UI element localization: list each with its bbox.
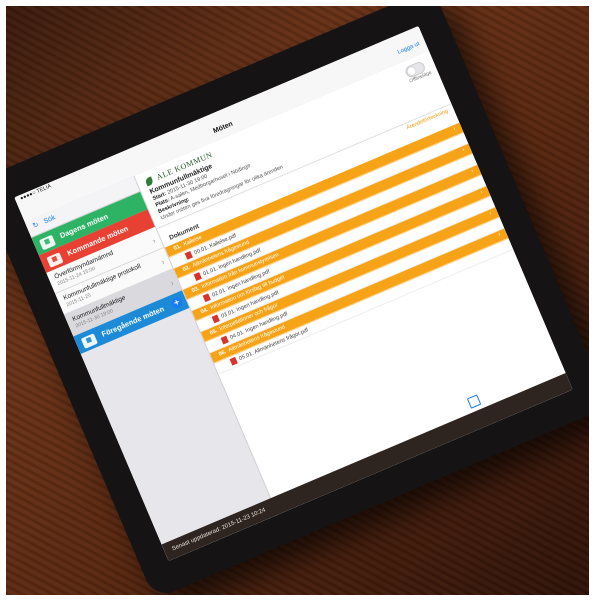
agenda-number: 02. <box>182 264 192 274</box>
agenda-number: 03. <box>191 285 201 295</box>
agenda-number: 05. <box>209 328 219 337</box>
chevron-right-icon: › <box>497 231 502 239</box>
calendar-icon: ▦ <box>46 251 64 268</box>
wooden-table-photo: ●●●●○ TELIA Möten Logga ut ↻ Sök ▦ Dagen… <box>6 6 589 595</box>
pdf-icon <box>229 356 238 366</box>
chevron-right-icon: › <box>470 168 475 175</box>
pdf-icon <box>193 272 202 282</box>
leaf-icon <box>144 176 155 187</box>
agenda-number: 01. <box>173 243 183 253</box>
ipad-device: ●●●●○ TELIA Möten Logga ut ↻ Sök ▦ Dagen… <box>6 6 589 595</box>
calendar-icon: ▦ <box>38 234 56 250</box>
pdf-icon <box>211 314 220 324</box>
search-label: Sök <box>42 214 57 226</box>
agenda-number: 06. <box>217 349 228 358</box>
refresh-icon: ↻ <box>31 221 41 231</box>
add-icon[interactable]: + <box>169 295 185 311</box>
pdf-icon <box>220 335 229 345</box>
chevron-right-icon: › <box>452 125 457 133</box>
pdf-icon <box>202 293 211 303</box>
chevron-right-icon: › <box>488 210 493 217</box>
ipad-screen: ●●●●○ TELIA Möten Logga ut ↻ Sök ▦ Dagen… <box>14 25 573 562</box>
calendar-icon: ▦ <box>80 332 98 349</box>
agenda-number: 04. <box>200 307 210 316</box>
pdf-icon <box>184 251 193 260</box>
chevron-right-icon: › <box>479 189 484 196</box>
chevron-right-icon: › <box>461 147 466 154</box>
